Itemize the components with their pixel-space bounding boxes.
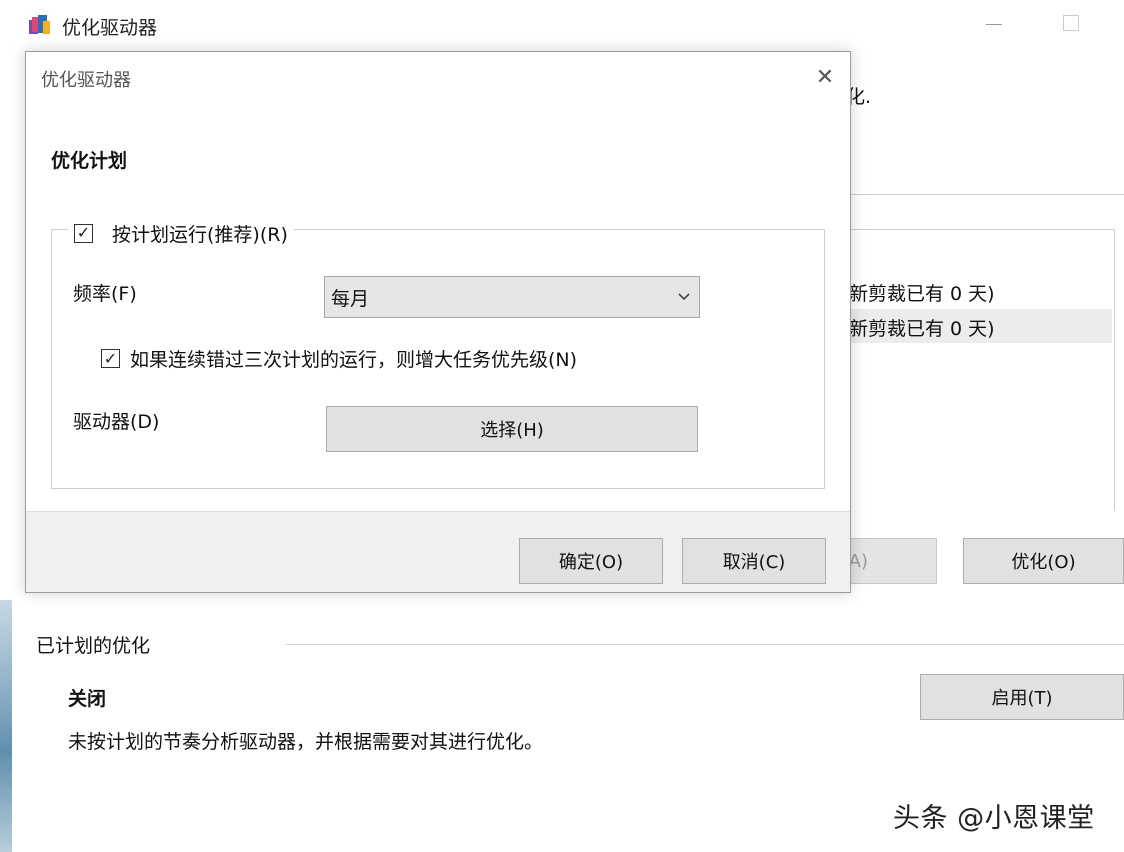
frequency-select[interactable]: 每月 bbox=[324, 276, 700, 318]
ok-button[interactable]: 确定(O) bbox=[519, 538, 663, 584]
increase-priority-checkbox-row[interactable]: ✓ 如果连续错过三次计划的运行，则增大任务优先级(N) bbox=[101, 345, 577, 372]
dialog-title: 优化驱动器 bbox=[41, 70, 131, 91]
section-divider bbox=[286, 644, 1124, 645]
checkmark-icon[interactable]: ✓ bbox=[74, 223, 93, 243]
dialog-heading: 优化计划 bbox=[51, 150, 128, 172]
frequency-value: 每月 bbox=[331, 287, 370, 310]
desktop-background-strip bbox=[0, 600, 12, 852]
schedule-description: 未按计划的节奏分析驱动器，并根据需要对其进行优化。 bbox=[68, 731, 544, 753]
enable-schedule-button[interactable]: 启用(T) bbox=[920, 674, 1124, 720]
scheduled-optimization-title: 已计划的优化 bbox=[36, 635, 151, 657]
drive-list-top-border bbox=[851, 229, 1115, 230]
maximize-icon[interactable] bbox=[1063, 15, 1079, 31]
defrag-app-icon bbox=[29, 15, 50, 34]
drive-list-right-border bbox=[1114, 229, 1115, 511]
run-on-schedule-label: 按计划运行(推荐)(R) bbox=[112, 223, 288, 246]
drive-row-status[interactable]: 新剪裁已有 0 天) bbox=[849, 279, 995, 306]
main-title-bar: 优化驱动器 bbox=[0, 0, 1124, 50]
optimize-button[interactable]: 优化(O) bbox=[963, 538, 1124, 584]
run-on-schedule-checkbox-row[interactable]: ✓ 按计划运行(推荐)(R) bbox=[68, 216, 294, 250]
drives-label: 驱动器(D) bbox=[73, 411, 160, 433]
divider bbox=[851, 194, 1124, 195]
frequency-label: 频率(F) bbox=[73, 283, 137, 305]
minimize-icon[interactable] bbox=[986, 24, 1002, 25]
analyze-button[interactable]: A) bbox=[836, 538, 937, 584]
schedule-status: 关闭 bbox=[68, 688, 107, 710]
close-icon[interactable]: ✕ bbox=[810, 62, 840, 92]
optimization-schedule-dialog: 优化驱动器 ✕ 优化计划 ✓ 按计划运行(推荐)(R) 频率(F) 每月 ✓ 如… bbox=[25, 51, 851, 593]
increase-priority-label: 如果连续错过三次计划的运行，则增大任务优先级(N) bbox=[130, 349, 578, 371]
chevron-down-icon bbox=[678, 293, 690, 301]
watermark-text: 头条 @小恩课堂 bbox=[893, 803, 1095, 834]
window-title: 优化驱动器 bbox=[62, 17, 158, 39]
cancel-button[interactable]: 取消(C) bbox=[682, 538, 826, 584]
dialog-footer: 确定(O) 取消(C) bbox=[26, 511, 850, 592]
checkmark-icon[interactable]: ✓ bbox=[101, 349, 120, 368]
drive-row-status[interactable]: 新剪裁已有 0 天) bbox=[849, 314, 995, 341]
choose-drives-button[interactable]: 选择(H) bbox=[326, 406, 698, 452]
